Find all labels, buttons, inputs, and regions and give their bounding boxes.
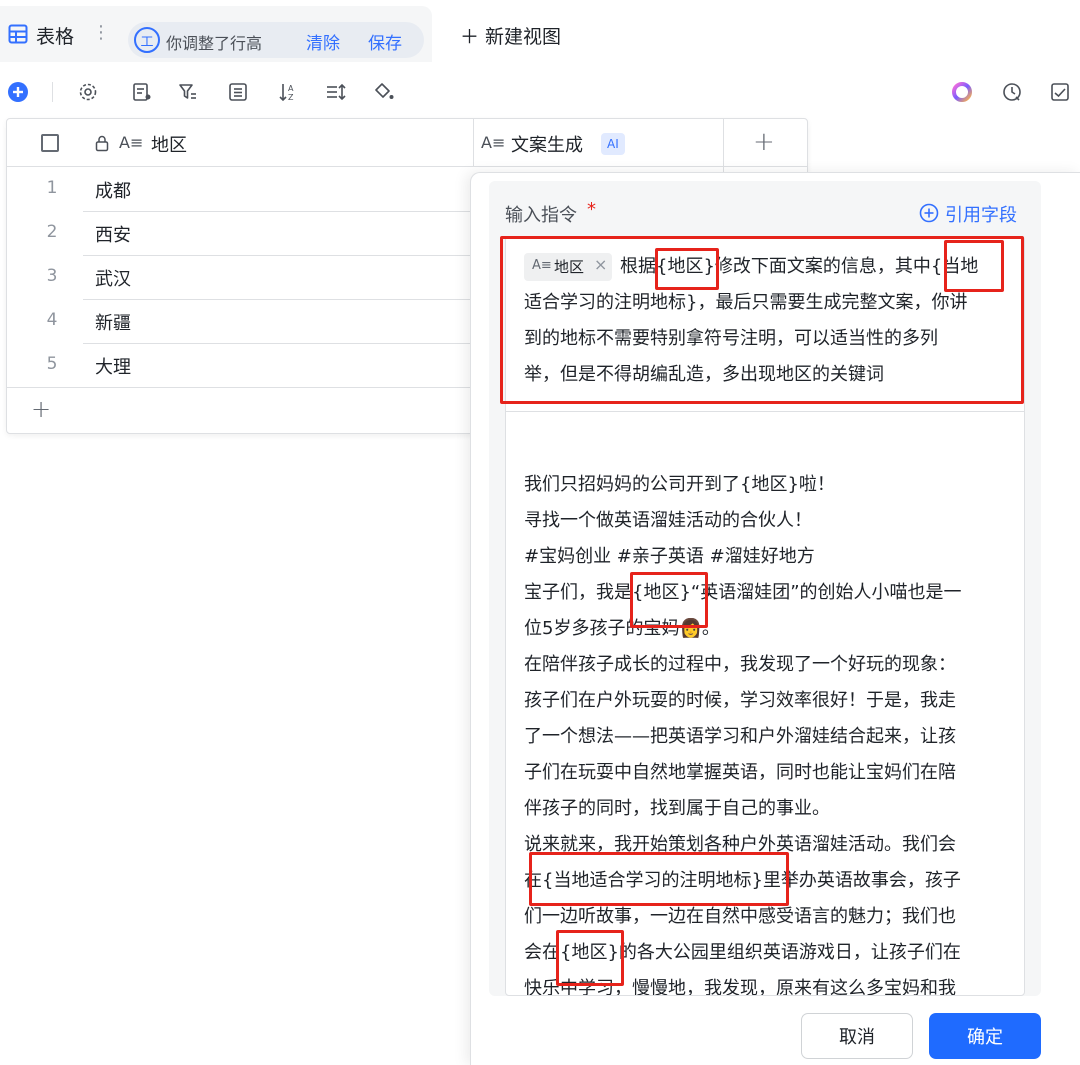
view-tab-bar: 表格 ⋮ 工 你调整了行高 清除 保存 ＋ 新建视图 xyxy=(0,0,1080,62)
required-mark: * xyxy=(587,199,596,220)
view-title: 表格 xyxy=(36,26,75,48)
add-record-icon[interactable] xyxy=(4,78,32,106)
toolbar: AZ xyxy=(0,72,1080,112)
highlight-region-variable xyxy=(655,248,719,290)
highlight-region-variable xyxy=(556,930,624,986)
ai-badge: AI xyxy=(601,133,625,155)
row-number: 2 xyxy=(46,222,58,242)
instruction-label: 输入指令 xyxy=(505,205,577,226)
text-field-icon: A≡ xyxy=(481,133,506,152)
filter-icon[interactable] xyxy=(174,78,202,106)
fill-color-icon[interactable] xyxy=(370,78,398,106)
reference-field-label: 引用字段 xyxy=(945,205,1017,226)
row-number: 1 xyxy=(46,178,58,198)
svg-text:A: A xyxy=(288,84,294,93)
row-number: 4 xyxy=(46,310,58,330)
column-divider xyxy=(723,119,724,167)
region-cell[interactable]: 武汉 xyxy=(95,265,131,291)
region-cell[interactable]: 大理 xyxy=(95,353,131,379)
row-divider xyxy=(7,387,473,388)
body-line: 了一个想法——把英语学习和户外溜娃结合起来，让孩 xyxy=(524,726,956,747)
region-cell[interactable]: 新疆 xyxy=(95,309,131,335)
select-all-checkbox[interactable] xyxy=(41,134,59,152)
view-more-icon[interactable]: ⋮ xyxy=(92,22,110,43)
column-header-region[interactable]: 地区 xyxy=(151,131,187,157)
body-line: 孩子们在户外玩耍的时候，学习效率很好！于是，我走 xyxy=(524,690,956,711)
body-line: 子们在玩耍中自然地掌握英语，同时也能让宝妈们在陪 xyxy=(524,762,956,783)
column-header-copy-generate[interactable]: 文案生成 xyxy=(511,131,583,157)
table-row[interactable]: 2 西安 xyxy=(7,211,473,255)
table-body: 1 成都 2 西安 3 武汉 4 新疆 5 大理 xyxy=(7,167,473,388)
body-line: 寻找一个做英语溜娃活动的合伙人！ xyxy=(524,510,812,531)
clear-button[interactable]: 清除 xyxy=(306,29,340,54)
grid-view-icon xyxy=(8,24,28,44)
lock-icon xyxy=(95,135,109,152)
svg-text:Z: Z xyxy=(288,93,294,102)
toolbar-divider xyxy=(52,82,53,102)
confirm-button[interactable]: 确定 xyxy=(929,1013,1041,1059)
table-row[interactable]: 4 新疆 xyxy=(7,299,473,343)
sort-icon[interactable]: AZ xyxy=(274,78,302,106)
group-icon[interactable] xyxy=(224,78,252,106)
body-line: 伴孩子的同时，找到属于自己的事业。 xyxy=(524,798,830,819)
chip-text: 你调整了行高 xyxy=(166,34,263,53)
cancel-button[interactable]: 取消 xyxy=(801,1013,913,1059)
body-line: #宝妈创业 #亲子英语 #溜娃好地方 xyxy=(524,546,815,567)
automation-icon[interactable] xyxy=(998,78,1026,106)
table-row[interactable]: 1 成都 xyxy=(7,167,473,211)
settings-icon[interactable] xyxy=(74,78,102,106)
row-number: 5 xyxy=(46,354,58,374)
region-cell[interactable]: 成都 xyxy=(95,177,131,203)
highlight-landmark-variable xyxy=(944,240,1004,292)
highlight-region-variable xyxy=(630,572,708,628)
add-circle-icon xyxy=(919,203,939,223)
ai-assistant-icon[interactable] xyxy=(948,78,976,106)
row-height-tool-icon[interactable] xyxy=(322,78,350,106)
view-tab-grid[interactable]: 表格 ⋮ 工 你调整了行高 清除 保存 xyxy=(0,6,432,62)
add-row-button[interactable]: + xyxy=(31,395,51,423)
task-check-icon[interactable] xyxy=(1046,78,1074,106)
row-height-chip: 工 你调整了行高 清除 保存 xyxy=(128,22,424,58)
row-height-icon: 工 xyxy=(134,27,160,53)
text-field-icon: A≡ xyxy=(119,133,144,152)
section-divider xyxy=(506,411,1024,412)
region-cell[interactable]: 西安 xyxy=(95,221,131,247)
new-view-button[interactable]: ＋ 新建视图 xyxy=(460,22,561,49)
field-settings-icon[interactable] xyxy=(128,78,156,106)
add-column-button[interactable]: + xyxy=(753,127,775,157)
highlight-landmark-variable xyxy=(529,852,789,906)
column-divider xyxy=(473,119,474,167)
body-line: 在陪伴孩子成长的过程中，我发现了一个好玩的现象： xyxy=(524,654,956,675)
table-row[interactable]: 5 大理 xyxy=(7,343,473,387)
row-number: 3 xyxy=(46,266,58,286)
body-line: 宝子们，我是{地区}“英语溜娃团”的创始人小喵也是一 xyxy=(524,582,962,603)
save-button[interactable]: 保存 xyxy=(368,29,402,54)
table-row[interactable]: 3 武汉 xyxy=(7,255,473,299)
body-line: 我们只招妈妈的公司开到了{地区}啦！ xyxy=(524,474,835,495)
